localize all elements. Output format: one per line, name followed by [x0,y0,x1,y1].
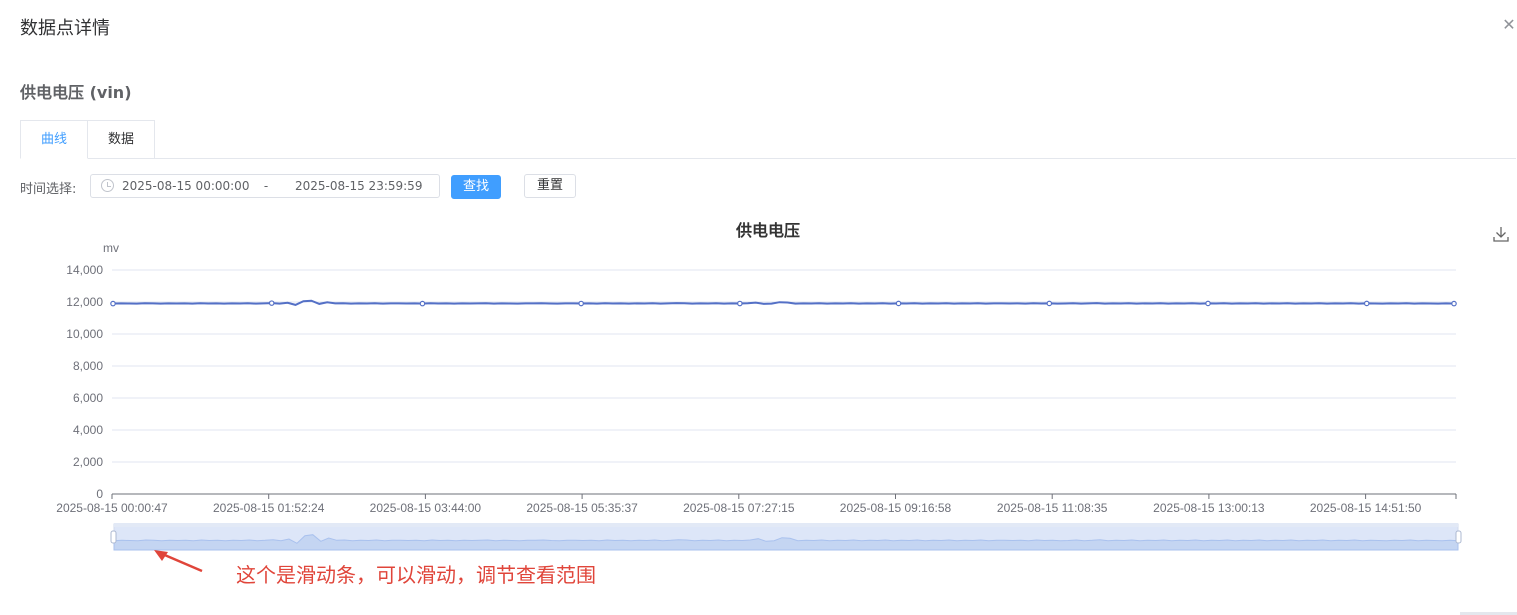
end-time-input[interactable]: 2025-08-15 23:59:59 [295,179,435,193]
tab-data[interactable]: 数据 [88,120,156,159]
y-tick-label: 10,000 [66,327,103,341]
dialog-title: 数据点详情 [20,18,110,39]
data-point [1451,300,1457,307]
slider-handle-left[interactable] [110,530,117,544]
search-button[interactable]: 查找 [451,175,501,199]
data-point [419,300,426,307]
close-icon[interactable]: ✕ [1501,17,1517,33]
y-tick-label: 14,000 [66,263,103,277]
annotation-arrow [154,550,203,573]
x-tick-label: 2025-08-15 03:44:00 [370,501,482,515]
data-point [1046,300,1053,307]
x-tick-label: 2025-08-15 07:27:15 [683,501,795,515]
x-tick-label: 2025-08-15 01:52:24 [213,501,325,515]
series-group [110,299,1457,307]
tab-curve[interactable]: 曲线 [20,120,89,159]
data-point [578,300,584,307]
x-tick-label: 2025-08-15 00:00:47 [56,501,168,515]
slider-handle-right[interactable] [1455,530,1462,544]
y-tick-label: 6,000 [73,391,103,405]
x-tick-label: 2025-08-15 09:16:58 [840,501,952,515]
data-point [1363,300,1370,307]
y-tick-label: 12,000 [66,295,103,309]
clock-icon [101,179,114,192]
time-select-label: 时间选择: [20,182,77,197]
y-axis-unit: mv [103,241,119,255]
data-point [1205,300,1211,307]
start-time-input[interactable]: 2025-08-15 00:00:00 [122,179,257,193]
y-tick-label: 4,000 [73,423,103,437]
x-tick-label: 2025-08-15 05:35:37 [526,501,638,515]
chart-title: 供电电压 [735,221,800,240]
voltage-chart: 供电电压 mv 0 2,000 4,000 6,000 8,000 10,000 12,00… [56,221,1462,551]
data-point [268,300,275,306]
grid-lines [112,269,1456,463]
y-tick-label: 2,000 [73,455,103,469]
annotation-text: 这个是滑动条，可以滑动，调节查看范围 [236,563,596,587]
y-tick-label: 0 [96,487,103,501]
slider-top-bar [114,523,1458,527]
tab-bar: 曲线 数据 [20,120,156,159]
point-title: 供电电压 (vin) [20,83,132,102]
data-point [737,300,743,307]
download-icon[interactable] [1492,225,1510,243]
y-axis-ticks: 0 2,000 4,000 6,000 8,000 10,000 12,000 14,000 [66,263,103,501]
tabs-divider [20,158,1516,159]
y-tick-label: 8,000 [73,359,103,373]
data-point [895,300,902,307]
range-separator: - [263,179,269,193]
series-line [112,299,1455,306]
x-tick-label: 2025-08-15 14:51:50 [1310,501,1422,515]
reset-button[interactable]: 重置 [524,174,576,198]
data-zoom-slider[interactable] [110,523,1462,551]
x-tick-label: 2025-08-15 13:00:13 [1153,501,1265,515]
date-range-picker[interactable]: 2025-08-15 00:00:00 - 2025-08-15 23:59:5… [90,174,440,198]
x-axis-ticks: 2025-08-15 00:00:47 2025-08-15 01:52:24 20… [56,493,1457,515]
x-tick-label: 2025-08-15 11:08:35 [997,501,1108,515]
data-point [110,300,116,307]
